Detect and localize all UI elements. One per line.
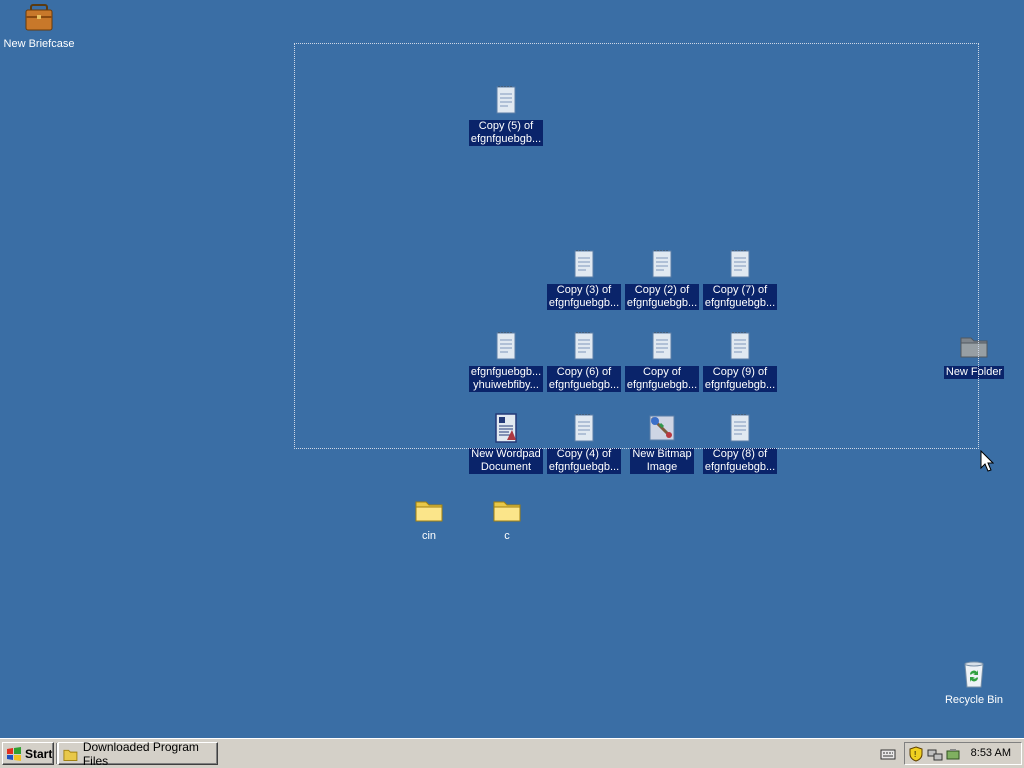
- folder-cin[interactable]: cin: [390, 494, 468, 543]
- taskbar-button-downloaded-program-files[interactable]: Downloaded Program Files: [58, 739, 218, 768]
- icon-label: Recycle Bin: [944, 694, 1004, 706]
- icon-label: New Briefcase: [3, 38, 75, 50]
- icon-label: Copy (6) of efgnfguebgb...: [546, 366, 622, 392]
- folder-icon: [415, 501, 443, 522]
- safely-remove-hardware-icon[interactable]: [945, 746, 961, 762]
- icon-label: c: [504, 530, 510, 542]
- task-label: Downloaded Program Files: [82, 739, 199, 768]
- text-document-icon: [730, 332, 750, 360]
- icon-label: Copy (4) of efgnfguebgb...: [546, 448, 622, 474]
- text-document-icon: [574, 332, 594, 360]
- file-copy9[interactable]: Copy (9) of efgnfguebgb...: [701, 330, 779, 392]
- new-briefcase-icon-item[interactable]: New Briefcase: [0, 2, 78, 51]
- text-document-icon: [730, 414, 750, 442]
- text-document-icon: [496, 332, 516, 360]
- text-document-icon: [574, 250, 594, 278]
- bitmap-image-icon: [649, 415, 675, 441]
- windows-logo-icon: [7, 746, 21, 761]
- folder-c[interactable]: c: [468, 494, 546, 543]
- text-document-icon: [652, 250, 672, 278]
- recycle-bin[interactable]: Recycle Bin: [935, 658, 1013, 707]
- icon-label: Copy (3) of efgnfguebgb...: [546, 284, 622, 310]
- icon-label: New Wordpad Document: [469, 448, 543, 474]
- mouse-cursor-icon: [980, 450, 994, 472]
- file-new-wordpad-document[interactable]: New Wordpad Document: [467, 412, 545, 474]
- text-document-icon: [652, 332, 672, 360]
- icon-label: Copy (7) of efgnfguebgb...: [702, 284, 778, 310]
- text-document-icon: [730, 250, 750, 278]
- icon-label: Copy (9) of efgnfguebgb...: [702, 366, 778, 392]
- text-document-icon: [574, 414, 594, 442]
- icon-label: Copy of efgnfguebgb...: [624, 366, 700, 392]
- file-efgnfguebgb[interactable]: efgnfguebgb... yhuiwebfiby...: [467, 330, 545, 392]
- recycle-bin-icon: [964, 661, 984, 688]
- file-copy7[interactable]: Copy (7) of efgnfguebgb...: [701, 248, 779, 310]
- file-copy8[interactable]: Copy (8) of efgnfguebgb...: [701, 412, 779, 474]
- svg-text:!: !: [914, 750, 916, 759]
- keyboard-icon[interactable]: [880, 747, 896, 761]
- icon-label: cin: [421, 530, 437, 542]
- start-label: Start: [25, 746, 53, 761]
- file-copy3[interactable]: Copy (3) of efgnfguebgb...: [545, 248, 623, 310]
- file-copy5[interactable]: Copy (5) of efgnfguebgb...: [467, 84, 545, 146]
- file-copy6[interactable]: Copy (6) of efgnfguebgb...: [545, 330, 623, 392]
- icon-label: efgnfguebgb... yhuiwebfiby...: [468, 366, 544, 392]
- network-icon[interactable]: [927, 746, 943, 762]
- text-document-icon: [496, 86, 516, 114]
- file-copy2[interactable]: Copy (2) of efgnfguebgb...: [623, 248, 701, 310]
- folder-icon: [63, 749, 78, 761]
- briefcase-icon: [25, 4, 53, 31]
- icon-label: Copy (5) of efgnfguebgb...: [468, 120, 544, 146]
- taskbar: Start Downloaded Program Files ! 8:53 AM: [0, 738, 1024, 768]
- file-copy4[interactable]: Copy (4) of efgnfguebgb...: [545, 412, 623, 474]
- icon-label: Copy (2) of efgnfguebgb...: [624, 284, 700, 310]
- icon-label: New Bitmap Image: [630, 448, 694, 474]
- desktop[interactable]: New Briefcase Copy (5) of efgnfguebgb... …: [0, 0, 1024, 738]
- file-new-bitmap-image[interactable]: New Bitmap Image: [623, 412, 701, 474]
- new-folder[interactable]: New Folder: [935, 330, 1013, 379]
- wordpad-document-icon: [495, 413, 517, 443]
- icon-label: New Folder: [943, 366, 1005, 379]
- system-tray: ! 8:53 AM: [904, 742, 1022, 765]
- folder-icon: [493, 501, 521, 522]
- folder-icon: [960, 337, 988, 358]
- security-shield-icon[interactable]: !: [909, 746, 923, 762]
- start-button[interactable]: Start: [2, 742, 54, 765]
- file-copy[interactable]: Copy of efgnfguebgb...: [623, 330, 701, 392]
- icon-label: Copy (8) of efgnfguebgb...: [702, 448, 778, 474]
- clock[interactable]: 8:53 AM: [971, 747, 1011, 759]
